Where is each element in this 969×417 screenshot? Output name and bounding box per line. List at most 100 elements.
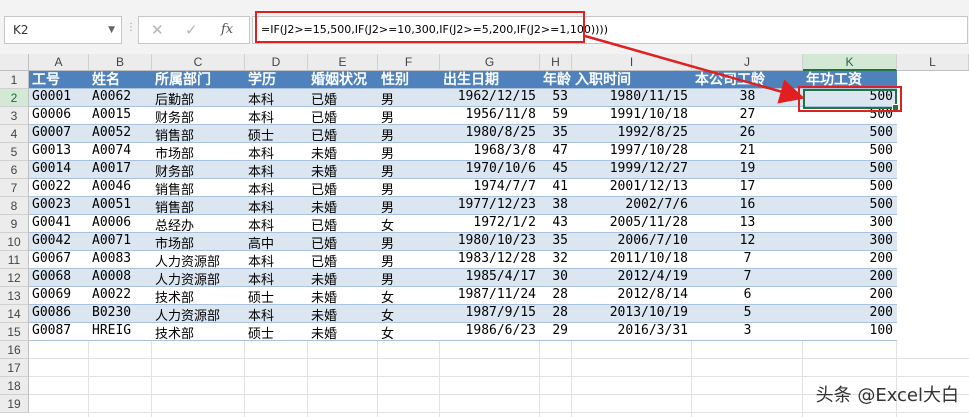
table-cell[interactable]: 本科 — [245, 143, 308, 162]
table-cell[interactable]: A0015 — [89, 107, 152, 125]
insert-function-icon[interactable]: fx — [221, 22, 233, 37]
table-cell[interactable]: 已婚 — [308, 179, 378, 198]
table-cell[interactable]: 1999/12/27 — [572, 161, 692, 179]
table-cell[interactable]: 1962/12/15 — [440, 89, 540, 107]
table-cell[interactable]: G0007 — [29, 125, 89, 143]
table-cell[interactable]: A0046 — [89, 179, 152, 197]
table-cell[interactable]: 41 — [540, 179, 572, 197]
table-cell[interactable]: A0083 — [89, 251, 152, 269]
table-cell[interactable]: 200 — [803, 287, 897, 305]
table-cell[interactable]: 200 — [803, 269, 897, 287]
table-cell[interactable]: G0042 — [29, 233, 89, 251]
table-cell[interactable]: 男 — [378, 251, 440, 270]
table-cell[interactable]: A0008 — [89, 269, 152, 287]
header-cell[interactable]: 学历 — [245, 71, 308, 89]
table-cell[interactable]: G0006 — [29, 107, 89, 125]
row-header-18[interactable]: 18 — [0, 377, 29, 395]
table-cell[interactable]: A0062 — [89, 89, 152, 107]
table-cell[interactable]: 1972/1/2 — [440, 215, 540, 233]
select-all-corner[interactable] — [0, 54, 29, 71]
table-cell[interactable]: G0067 — [29, 251, 89, 269]
column-header-a[interactable]: A — [29, 54, 89, 71]
table-cell[interactable]: 男 — [378, 107, 440, 126]
table-cell[interactable]: 技术部 — [152, 323, 245, 342]
table-cell[interactable]: 26 — [692, 125, 803, 143]
empty-row[interactable] — [29, 359, 969, 377]
table-cell[interactable]: 后勤部 — [152, 89, 245, 108]
column-header-g[interactable]: G — [440, 54, 540, 71]
table-cell[interactable]: G0001 — [29, 89, 89, 107]
table-cell[interactable]: 未婚 — [308, 143, 378, 162]
row-header-13[interactable]: 13 — [0, 287, 29, 305]
table-cell[interactable]: 300 — [803, 233, 897, 251]
table-cell[interactable]: 财务部 — [152, 107, 245, 126]
table-cell[interactable]: G0069 — [29, 287, 89, 305]
table-cell[interactable]: 3 — [692, 323, 803, 341]
table-cell[interactable]: 200 — [803, 251, 897, 269]
column-header-l[interactable]: L — [897, 54, 969, 71]
table-cell[interactable]: 本科 — [245, 251, 308, 270]
table-cell[interactable]: 21 — [692, 143, 803, 161]
header-cell[interactable]: 婚姻状况 — [308, 71, 378, 89]
table-cell[interactable]: 本科 — [245, 89, 308, 108]
table-cell[interactable]: 硕士 — [245, 125, 308, 144]
table-cell[interactable]: A0051 — [89, 197, 152, 215]
column-header-i[interactable]: I — [572, 54, 692, 71]
table-cell[interactable]: G0041 — [29, 215, 89, 233]
table-cell[interactable]: 1987/11/24 — [440, 287, 540, 305]
table-cell[interactable]: 本科 — [245, 215, 308, 234]
row-header-10[interactable]: 10 — [0, 233, 29, 251]
table-cell[interactable]: 13 — [692, 215, 803, 233]
column-header-d[interactable]: D — [245, 54, 308, 71]
table-cell[interactable]: 38 — [692, 89, 803, 107]
table-cell[interactable]: B0230 — [89, 305, 152, 323]
table-cell[interactable]: G0068 — [29, 269, 89, 287]
row-header-4[interactable]: 4 — [0, 125, 29, 143]
table-cell[interactable]: 47 — [540, 143, 572, 161]
table-cell[interactable]: 59 — [540, 107, 572, 125]
table-cell[interactable]: A0071 — [89, 233, 152, 251]
table-cell[interactable]: HREIG — [89, 323, 152, 341]
table-cell[interactable]: 已婚 — [308, 251, 378, 270]
table-cell[interactable]: 27 — [692, 107, 803, 125]
table-cell[interactable]: 女 — [378, 323, 440, 342]
table-cell[interactable]: 2002/7/6 — [572, 197, 692, 215]
table-cell[interactable]: 女 — [378, 305, 440, 324]
table-cell[interactable]: 本科 — [245, 179, 308, 198]
row-header-14[interactable]: 14 — [0, 305, 29, 323]
table-cell[interactable]: 16 — [692, 197, 803, 215]
table-cell[interactable]: 未婚 — [308, 161, 378, 180]
row-header-17[interactable]: 17 — [0, 359, 29, 377]
table-cell[interactable]: 男 — [378, 269, 440, 288]
table-cell[interactable]: 6 — [692, 287, 803, 305]
table-cell[interactable]: 未婚 — [308, 269, 378, 288]
table-cell[interactable]: 女 — [378, 215, 440, 234]
row-header-3[interactable]: 3 — [0, 107, 29, 125]
table-cell[interactable]: 1997/10/28 — [572, 143, 692, 161]
table-cell[interactable]: 已婚 — [308, 89, 378, 108]
table-cell[interactable]: A0022 — [89, 287, 152, 305]
column-header-b[interactable]: B — [89, 54, 152, 71]
table-cell[interactable]: 2005/11/28 — [572, 215, 692, 233]
name-box[interactable]: K2 ▼ — [4, 16, 122, 44]
table-cell[interactable]: 本科 — [245, 107, 308, 126]
table-cell[interactable]: 2006/7/10 — [572, 233, 692, 251]
table-cell[interactable]: 17 — [692, 179, 803, 197]
row-header-1[interactable]: 1 — [0, 71, 29, 89]
resize-handle-icon[interactable]: ⋮ — [126, 22, 137, 33]
table-cell[interactable]: G0087 — [29, 323, 89, 341]
row-header-19[interactable]: 19 — [0, 395, 29, 413]
row-header-5[interactable]: 5 — [0, 143, 29, 161]
table-cell[interactable]: 1985/4/17 — [440, 269, 540, 287]
table-cell[interactable]: 1980/11/15 — [572, 89, 692, 107]
table-cell[interactable]: 12 — [692, 233, 803, 251]
table-cell[interactable]: 7 — [692, 251, 803, 269]
header-cell[interactable]: 本公司工龄 — [692, 71, 803, 89]
table-cell[interactable]: 1970/10/6 — [440, 161, 540, 179]
table-cell[interactable]: 1977/12/23 — [440, 197, 540, 215]
table-cell[interactable]: A0052 — [89, 125, 152, 143]
table-cell[interactable]: G0086 — [29, 305, 89, 323]
table-cell[interactable]: 2001/12/13 — [572, 179, 692, 197]
table-cell[interactable]: 未婚 — [308, 197, 378, 216]
header-cell[interactable]: 姓名 — [89, 71, 152, 89]
